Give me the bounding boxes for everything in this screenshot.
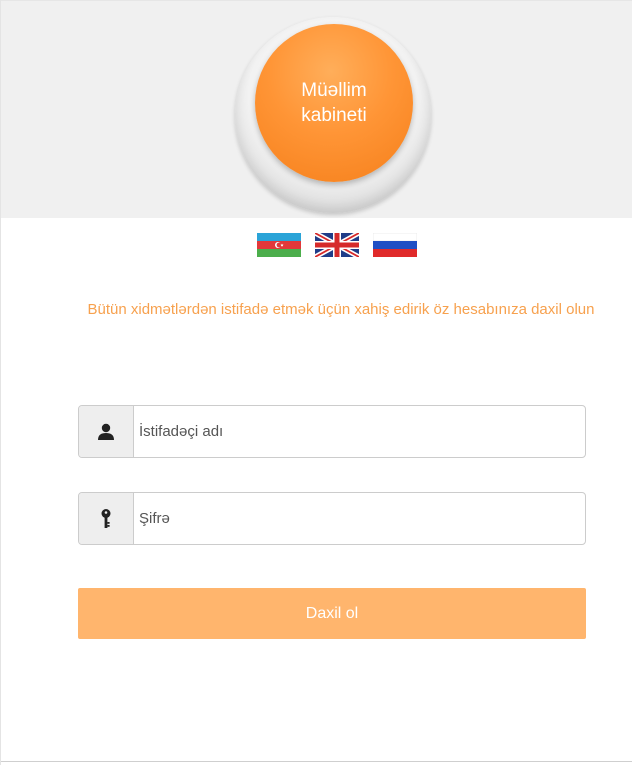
language-switcher: [257, 233, 417, 257]
login-button[interactable]: Daxil ol: [78, 588, 586, 639]
username-input[interactable]: [134, 406, 585, 457]
cabinet-logo: Müəllim kabineti: [255, 24, 413, 182]
logo-line-2: kabineti: [301, 105, 367, 126]
password-input[interactable]: [134, 493, 585, 544]
login-instruction: Bütün xidmətlərdən istifadə etmək üçün x…: [87, 301, 595, 318]
logo-line-1: Müəllim: [301, 80, 367, 101]
page: Müəllim kabineti Bütün xidmətlərdən isti…: [0, 0, 632, 765]
user-icon: [98, 423, 114, 440]
password-field-group: [78, 492, 586, 545]
username-field-group: [78, 405, 586, 458]
russia-flag-icon[interactable]: [373, 233, 417, 257]
key-icon: [101, 508, 111, 528]
login-card: Müəllim kabineti Bütün xidmətlərdən isti…: [0, 0, 632, 765]
password-addon: [79, 493, 134, 544]
uk-flag-icon[interactable]: [315, 233, 359, 257]
azerbaijan-flag-icon[interactable]: [257, 233, 301, 257]
login-header: Müəllim kabineti: [1, 0, 632, 218]
card-bottom-border: [1, 761, 632, 762]
username-addon: [79, 406, 134, 457]
